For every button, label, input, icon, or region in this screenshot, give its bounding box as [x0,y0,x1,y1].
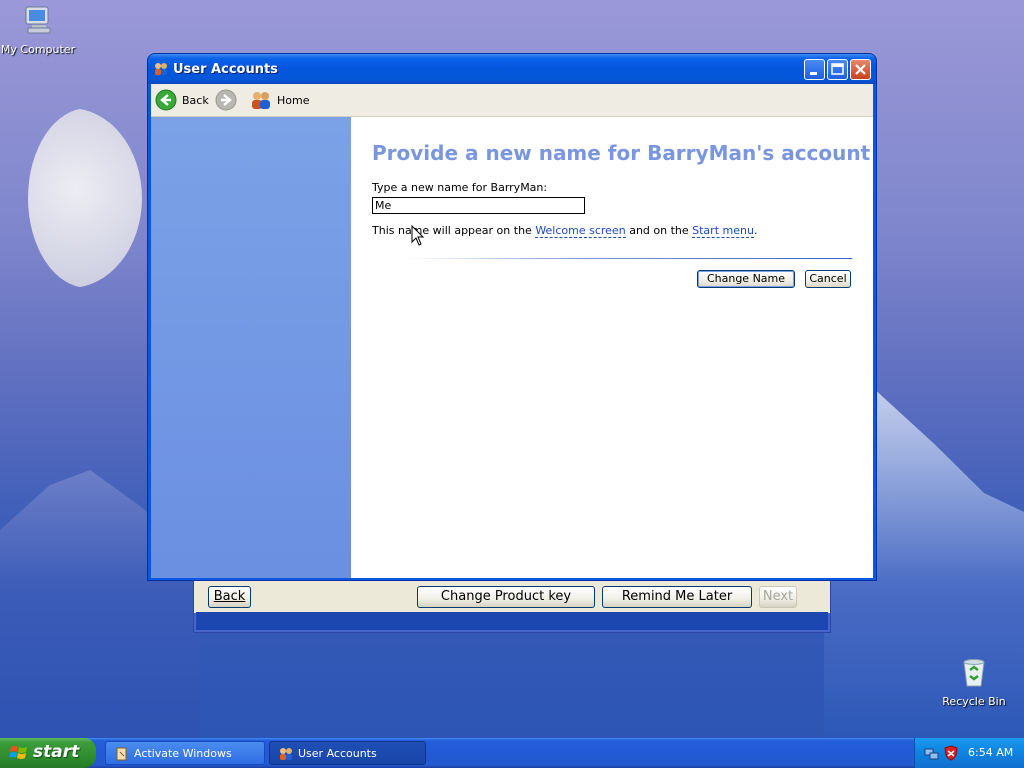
task-pane [151,117,351,578]
desktop-icon-recycle-bin[interactable]: Recycle Bin [934,656,1014,708]
start-menu-link[interactable]: Start menu [692,224,754,238]
mouse-cursor-icon [411,225,425,246]
info-middle: and on the [625,224,693,237]
new-name-input[interactable] [372,197,585,214]
back-arrow-icon [155,89,177,111]
content-pane: Provide a new name for BarryMan's accoun… [351,117,873,578]
windows-logo-icon [10,746,27,759]
content-divider [406,258,852,259]
dialog-bottom-bar [196,612,828,630]
user-accounts-window: User Accounts Back Home Provide a new na… [147,53,877,581]
maximize-icon [831,63,844,75]
minimize-icon [810,72,817,75]
taskbar-item-label: User Accounts [298,747,377,760]
page-title: Provide a new name for BarryMan's accoun… [372,141,871,165]
info-suffix: . [753,224,758,237]
change-product-key-button[interactable]: Change Product key [417,586,595,608]
wallpaper-moon [28,108,142,288]
back-button-label: Back [213,589,246,604]
network-icon[interactable] [924,745,940,761]
toolbar-home-label: Home [277,93,310,107]
taskbar-item-label: Activate Windows [134,747,232,760]
remind-me-later-button[interactable]: Remind Me Later [602,586,752,608]
forward-arrow-icon [215,89,237,111]
window-title: User Accounts [173,62,278,77]
new-name-label: Type a new name for BarryMan: [372,181,548,194]
recycle-bin-icon [963,659,985,687]
toolbar-back-label: Back [182,93,209,107]
taskbar-clock[interactable]: 6:54 AM [968,746,1013,759]
desktop-icon-label: Recycle Bin [942,695,1006,708]
name-info-text: This name will appear on the Welcome scr… [372,224,758,238]
user-accounts-icon [155,63,167,75]
welcome-screen-link[interactable]: Welcome screen [535,224,626,238]
dialog-button-strip: Back Change Product key Remind Me Later … [194,581,830,613]
minimize-button[interactable] [804,59,825,80]
close-icon [855,64,866,75]
toolbar-back-button[interactable]: Back [155,88,209,112]
toolbar-home-button[interactable]: Home [249,88,309,112]
desktop-icon-my-computer[interactable]: My Computer [0,4,78,56]
taskbar-item-user-accounts[interactable]: User Accounts [269,741,426,765]
next-button[interactable]: Next [759,586,797,608]
window-titlebar[interactable]: User Accounts [148,54,876,84]
desktop-icon-label: My Computer [0,43,76,56]
back-button[interactable]: Back [208,586,251,608]
my-computer-icon [25,6,51,34]
maximize-button[interactable] [827,59,848,80]
info-prefix: This name will appear on the [372,224,536,237]
start-button[interactable]: start [0,738,96,768]
cancel-button[interactable]: Cancel [805,270,851,288]
taskbar: start Activate Windows User Accounts 6:5… [0,738,1024,768]
close-button[interactable] [850,59,871,80]
window-toolbar: Back Home [151,84,873,117]
user-accounts-icon [280,748,292,760]
user-accounts-home-icon [252,92,270,109]
security-shield-icon[interactable] [943,745,959,761]
system-tray: 6:54 AM [914,738,1024,768]
toolbar-forward-button[interactable] [215,88,242,112]
change-name-button[interactable]: Change Name [697,270,795,288]
start-label: start [33,742,80,762]
taskbar-item-activate-windows[interactable]: Activate Windows [105,741,265,765]
activate-windows-icon [116,747,127,761]
